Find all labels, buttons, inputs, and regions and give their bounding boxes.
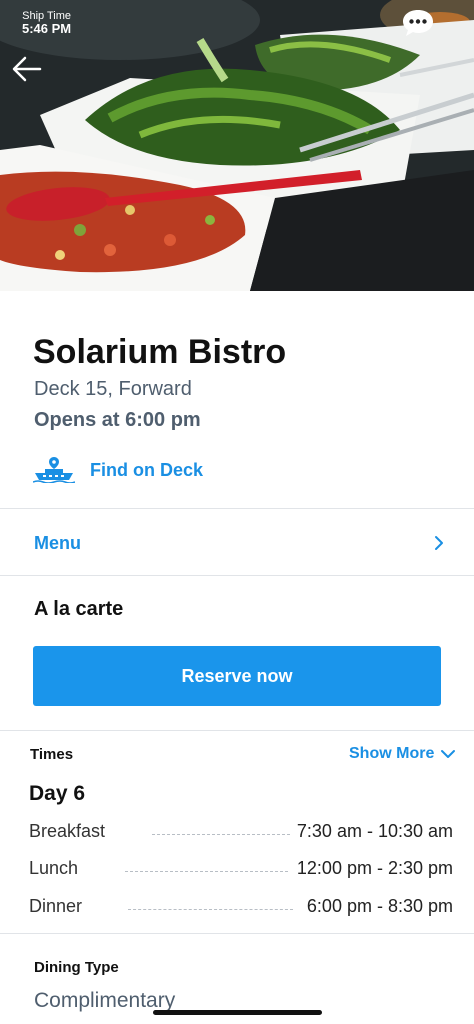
chevron-right-icon [435,536,443,550]
meal-time: 7:30 am - 10:30 am [296,821,453,841]
home-indicator[interactable] [153,1010,322,1015]
meal-name: Breakfast [29,821,106,841]
menu-label: Menu [34,533,81,553]
show-more-button[interactable]: Show More [349,745,456,763]
venue-location: Deck 15, Forward [34,378,192,400]
dotted-leader [125,871,288,872]
meal-row-breakfast: Breakfast 7:30 am - 10:30 am [0,821,474,845]
chevron-down-icon [441,750,456,758]
menu-row[interactable]: Menu [0,509,474,575]
divider [0,575,474,576]
chat-button[interactable] [401,8,435,38]
meal-row-dinner: Dinner 6:00 pm - 8:30 pm [0,896,474,920]
dotted-leader [128,909,293,910]
buffet-photo [0,0,474,291]
meal-time: 12:00 pm - 2:30 pm [296,858,453,878]
meal-name: Dinner [29,896,83,916]
meal-row-lunch: Lunch 12:00 pm - 2:30 pm [0,858,474,882]
venue-opening-time: Opens at 6:00 pm [34,409,201,431]
dotted-leader [152,834,290,835]
divider [0,933,474,934]
back-button[interactable] [10,52,44,86]
venue-title: Solarium Bistro [33,333,287,371]
dining-type-heading: Dining Type [34,959,119,976]
chat-bubble-icon [403,10,433,36]
find-on-deck-label: Find on Deck [90,459,204,480]
meal-name: Lunch [29,858,79,878]
times-heading: Times [30,746,74,763]
ship-time-value: 5:46 PM [22,21,72,37]
day-heading: Day 6 [29,782,86,805]
find-on-deck-link[interactable]: Find on Deck [33,456,203,484]
meal-time: 6:00 pm - 8:30 pm [306,896,453,916]
service-style: A la carte [34,598,124,620]
hero-image: Ship Time 5:46 PM [0,0,474,291]
show-more-label: Show More [349,745,435,762]
ship-time-display: Ship Time 5:46 PM [22,10,71,36]
reserve-now-button[interactable]: Reserve now [33,646,441,706]
divider [0,730,474,731]
arrow-left-icon [12,56,42,82]
ship-location-icon [33,457,75,483]
